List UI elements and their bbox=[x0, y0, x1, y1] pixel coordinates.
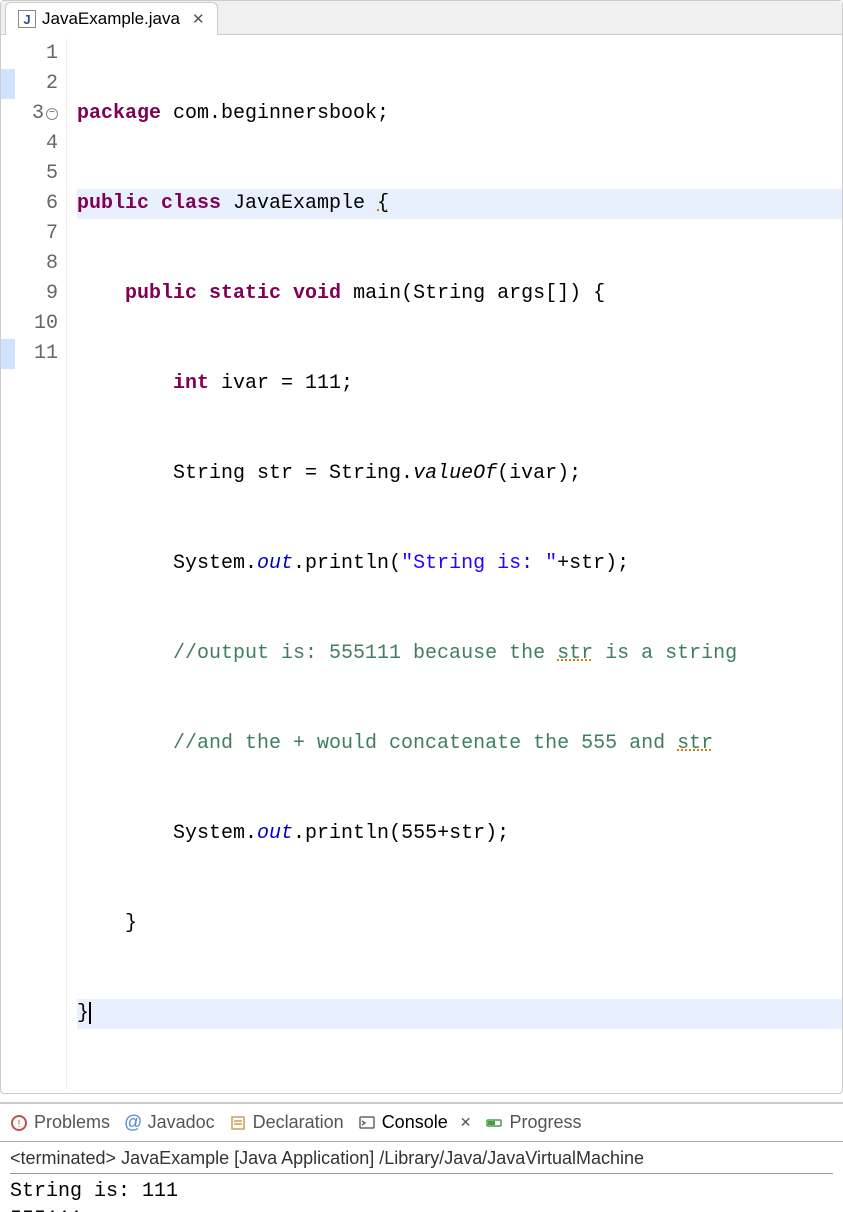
bottom-tab-bar: ! Problems @ Javadoc Declaration Console… bbox=[0, 1104, 843, 1142]
console-icon bbox=[358, 1114, 376, 1132]
left-margin bbox=[1, 39, 15, 1089]
tab-progress[interactable]: Progress bbox=[485, 1112, 581, 1133]
svg-text:!: ! bbox=[18, 1119, 21, 1130]
close-icon[interactable]: ✕ bbox=[192, 10, 205, 28]
editor-panel: J JavaExample.java ✕ 1 2 3− 4 5 6 7 8 bbox=[0, 0, 843, 1094]
bottom-panel: ! Problems @ Javadoc Declaration Console… bbox=[0, 1102, 843, 1212]
close-icon[interactable]: ✕ bbox=[460, 1114, 472, 1131]
problems-icon: ! bbox=[10, 1114, 28, 1132]
javadoc-icon: @ bbox=[124, 1112, 142, 1133]
console-body: <terminated> JavaExample [Java Applicati… bbox=[0, 1142, 843, 1212]
line-number-gutter: 1 2 3− 4 5 6 7 8 9 10 11 bbox=[15, 39, 67, 1089]
fold-icon[interactable]: − bbox=[46, 108, 58, 120]
console-status: <terminated> JavaExample [Java Applicati… bbox=[10, 1148, 833, 1174]
text-cursor bbox=[89, 1002, 91, 1024]
declaration-icon bbox=[229, 1114, 247, 1132]
tab-problems[interactable]: ! Problems bbox=[10, 1112, 110, 1133]
console-output: String is: 111 555111 bbox=[10, 1178, 833, 1212]
progress-icon bbox=[485, 1114, 503, 1132]
tab-javadoc[interactable]: @ Javadoc bbox=[124, 1112, 215, 1133]
java-file-icon: J bbox=[18, 10, 36, 28]
tab-declaration[interactable]: Declaration bbox=[229, 1112, 344, 1133]
tab-title: JavaExample.java bbox=[42, 9, 180, 29]
editor-tab[interactable]: J JavaExample.java ✕ bbox=[5, 2, 218, 35]
tab-bar: J JavaExample.java ✕ bbox=[1, 1, 842, 35]
tab-console[interactable]: Console ✕ bbox=[358, 1112, 472, 1133]
code-content[interactable]: package com.beginnersbook; public class … bbox=[67, 39, 842, 1089]
code-area[interactable]: 1 2 3− 4 5 6 7 8 9 10 11 package com.beg… bbox=[1, 35, 842, 1093]
